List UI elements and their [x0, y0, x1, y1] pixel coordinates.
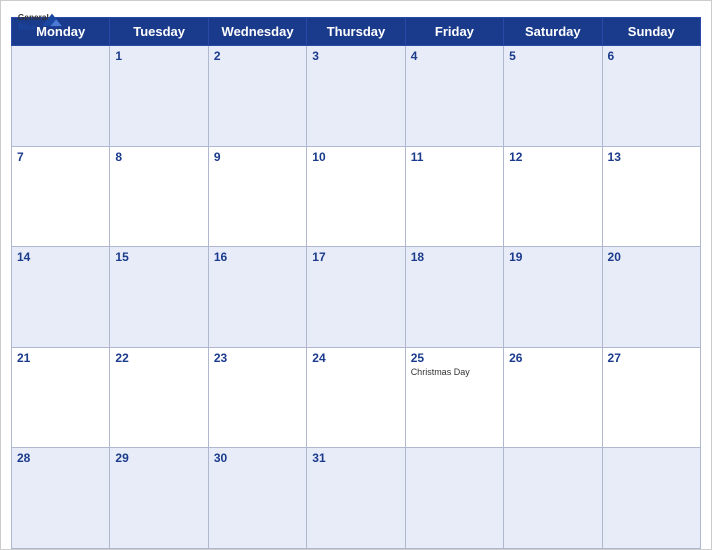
- day-number: 29: [115, 451, 202, 465]
- weekday-header-row: MondayTuesdayWednesdayThursdayFridaySatu…: [12, 18, 701, 46]
- day-number: 30: [214, 451, 301, 465]
- day-cell: 3: [307, 46, 405, 147]
- day-number: 20: [608, 250, 695, 264]
- day-cell: 6: [602, 46, 700, 147]
- day-cell: 16: [208, 247, 306, 348]
- week-row-3: 14 15 16 17 18 19 20: [12, 247, 701, 348]
- day-number: 6: [608, 49, 695, 63]
- day-cell: 24: [307, 347, 405, 448]
- day-cell: 9: [208, 146, 306, 247]
- day-cell: 31: [307, 448, 405, 549]
- day-cell: 7: [12, 146, 110, 247]
- day-cell: [504, 448, 602, 549]
- generalblue-logo: General Blue: [17, 9, 67, 39]
- day-number: 24: [312, 351, 399, 365]
- day-number: 25: [411, 351, 498, 365]
- day-cell: [12, 46, 110, 147]
- day-number: 14: [17, 250, 104, 264]
- day-cell: 28: [12, 448, 110, 549]
- day-number: 26: [509, 351, 596, 365]
- day-cell: 19: [504, 247, 602, 348]
- day-cell: 20: [602, 247, 700, 348]
- weekday-header-tuesday: Tuesday: [110, 18, 208, 46]
- day-cell: 4: [405, 46, 503, 147]
- week-row-1: 123456: [12, 46, 701, 147]
- day-number: 19: [509, 250, 596, 264]
- day-number: 9: [214, 150, 301, 164]
- day-number: 18: [411, 250, 498, 264]
- day-cell: 22: [110, 347, 208, 448]
- week-row-4: 21 22 23 24 25 Christmas Day 26 27: [12, 347, 701, 448]
- day-number: 1: [115, 49, 202, 63]
- day-number: 7: [17, 150, 104, 164]
- day-cell: 29: [110, 448, 208, 549]
- svg-text:Blue: Blue: [18, 21, 36, 31]
- day-cell: 27: [602, 347, 700, 448]
- day-cell: 10: [307, 146, 405, 247]
- holiday-label: Christmas Day: [411, 367, 498, 377]
- day-cell: 12: [504, 146, 602, 247]
- calendar-table: MondayTuesdayWednesdayThursdayFridaySatu…: [11, 17, 701, 549]
- day-cell: 30: [208, 448, 306, 549]
- day-cell: 25 Christmas Day: [405, 347, 503, 448]
- day-cell: 2: [208, 46, 306, 147]
- day-cell: 8: [110, 146, 208, 247]
- day-number: 16: [214, 250, 301, 264]
- day-number: 8: [115, 150, 202, 164]
- day-number: 28: [17, 451, 104, 465]
- weekday-header-friday: Friday: [405, 18, 503, 46]
- day-number: 17: [312, 250, 399, 264]
- day-cell: 21: [12, 347, 110, 448]
- day-cell: 5: [504, 46, 602, 147]
- day-cell: 14: [12, 247, 110, 348]
- day-number: 21: [17, 351, 104, 365]
- day-cell: 15: [110, 247, 208, 348]
- day-number: 2: [214, 49, 301, 63]
- day-cell: 26: [504, 347, 602, 448]
- day-cell: 23: [208, 347, 306, 448]
- day-number: 10: [312, 150, 399, 164]
- day-number: 12: [509, 150, 596, 164]
- day-number: 4: [411, 49, 498, 63]
- weekday-header-saturday: Saturday: [504, 18, 602, 46]
- weekday-header-thursday: Thursday: [307, 18, 405, 46]
- day-number: 15: [115, 250, 202, 264]
- day-cell: 18: [405, 247, 503, 348]
- weekday-header-wednesday: Wednesday: [208, 18, 306, 46]
- day-number: 27: [608, 351, 695, 365]
- week-row-2: 789 10 11 12 13: [12, 146, 701, 247]
- day-number: 23: [214, 351, 301, 365]
- day-number: 31: [312, 451, 399, 465]
- day-number: 3: [312, 49, 399, 63]
- week-row-5: 28 29 30 31: [12, 448, 701, 549]
- day-number: 22: [115, 351, 202, 365]
- day-cell: 13: [602, 146, 700, 247]
- day-number: 13: [608, 150, 695, 164]
- calendar-header: General Blue: [1, 1, 711, 17]
- day-cell: 17: [307, 247, 405, 348]
- day-cell: [405, 448, 503, 549]
- day-number: 11: [411, 150, 498, 164]
- day-cell: [602, 448, 700, 549]
- day-number: 5: [509, 49, 596, 63]
- day-cell: 11: [405, 146, 503, 247]
- calendar-page: General Blue MondayTuesdayWednesdayThurs…: [0, 0, 712, 550]
- weekday-header-sunday: Sunday: [602, 18, 700, 46]
- day-cell: 1: [110, 46, 208, 147]
